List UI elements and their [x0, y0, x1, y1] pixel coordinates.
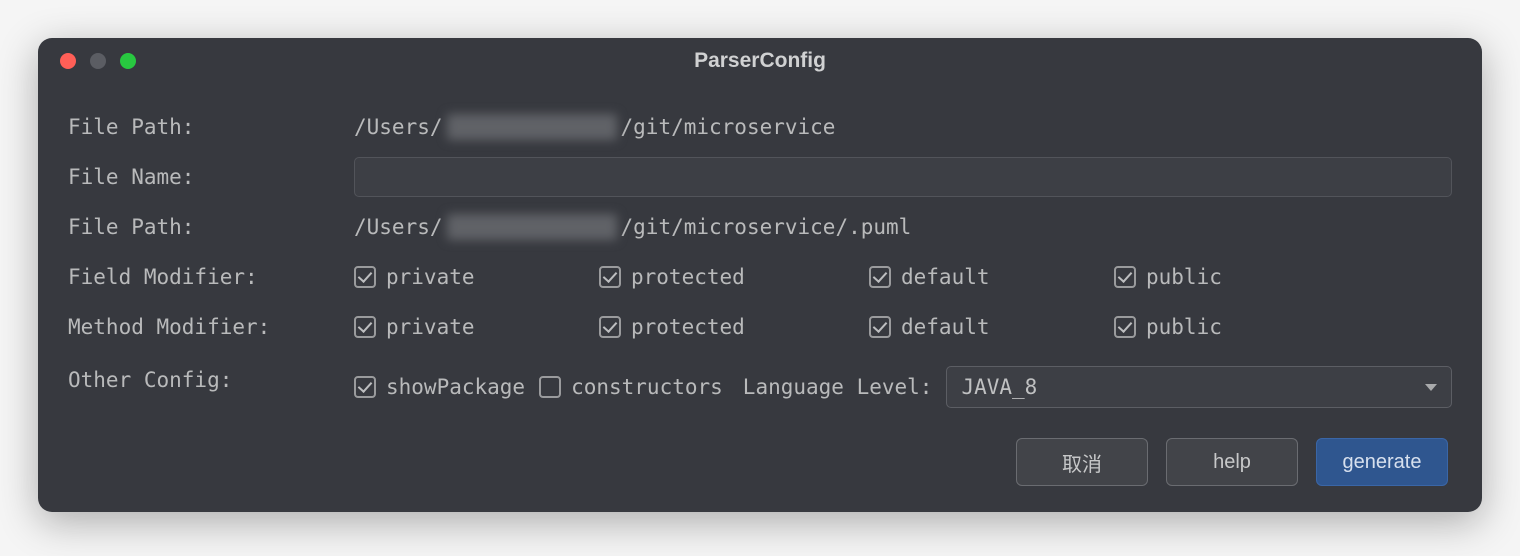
method-protected-group: protected	[599, 315, 869, 339]
show-package-checkbox[interactable]	[354, 376, 376, 398]
file-name-row: File Name:	[68, 152, 1452, 202]
redacted-username-2	[447, 214, 617, 240]
method-modifier-row: Method Modifier: private protected defau…	[68, 302, 1452, 352]
method-private-group: private	[354, 315, 599, 339]
redacted-username-1	[447, 114, 617, 140]
dialog-buttons: 取消 help generate	[68, 438, 1452, 486]
file-path-label-2: File Path:	[68, 215, 354, 239]
show-package-group: showPackage	[354, 375, 525, 399]
file-path-row-1: File Path: /Users/ /git/microservice	[68, 102, 1452, 152]
method-public-checkbox[interactable]	[1114, 316, 1136, 338]
language-level-select[interactable]: JAVA_8	[946, 366, 1452, 408]
language-level-label: Language Level:	[743, 375, 933, 399]
file-path-value-1: /Users/ /git/microservice	[354, 114, 835, 140]
field-default-checkbox[interactable]	[869, 266, 891, 288]
field-public-label: public	[1146, 265, 1222, 289]
other-config-label: Other Config:	[68, 368, 354, 392]
generate-button[interactable]: generate	[1316, 438, 1448, 486]
show-package-label: showPackage	[386, 375, 525, 399]
field-default-label: default	[901, 265, 990, 289]
method-modifier-options: private protected default public	[354, 315, 1452, 339]
constructors-checkbox[interactable]	[539, 376, 561, 398]
method-default-label: default	[901, 315, 990, 339]
file-path-value-2: /Users/ /git/microservice/.puml	[354, 214, 911, 240]
field-protected-group: protected	[599, 265, 869, 289]
field-private-checkbox[interactable]	[354, 266, 376, 288]
dialog-content: File Path: /Users/ /git/microservice Fil…	[38, 84, 1482, 512]
field-protected-label: protected	[631, 265, 745, 289]
language-level-value: JAVA_8	[961, 375, 1037, 399]
file-path-suffix-1: /git/microservice	[621, 115, 836, 139]
minimize-icon[interactable]	[90, 53, 106, 69]
titlebar: ParserConfig	[38, 38, 1482, 84]
file-path-label-1: File Path:	[68, 115, 354, 139]
file-name-label: File Name:	[68, 165, 354, 189]
field-modifier-options: private protected default public	[354, 265, 1452, 289]
window-controls	[60, 53, 136, 69]
cancel-button[interactable]: 取消	[1016, 438, 1148, 486]
method-protected-checkbox[interactable]	[599, 316, 621, 338]
file-path-row-2: File Path: /Users/ /git/microservice/.pu…	[68, 202, 1452, 252]
method-protected-label: protected	[631, 315, 745, 339]
constructors-label: constructors	[571, 375, 723, 399]
field-private-label: private	[386, 265, 475, 289]
field-modifier-label: Field Modifier:	[68, 265, 354, 289]
file-path-prefix-1: /Users/	[354, 115, 443, 139]
method-public-label: public	[1146, 315, 1222, 339]
method-default-group: default	[869, 315, 1114, 339]
method-modifier-label: Method Modifier:	[68, 315, 354, 339]
other-config-options: showPackage constructors Language Level:…	[354, 352, 1452, 408]
constructors-group: constructors	[539, 375, 723, 399]
field-public-checkbox[interactable]	[1114, 266, 1136, 288]
maximize-icon[interactable]	[120, 53, 136, 69]
parser-config-dialog: ParserConfig File Path: /Users/ /git/mic…	[38, 38, 1482, 512]
field-private-group: private	[354, 265, 599, 289]
method-private-checkbox[interactable]	[354, 316, 376, 338]
method-default-checkbox[interactable]	[869, 316, 891, 338]
close-icon[interactable]	[60, 53, 76, 69]
help-button[interactable]: help	[1166, 438, 1298, 486]
field-default-group: default	[869, 265, 1114, 289]
file-name-input[interactable]	[354, 157, 1452, 197]
field-modifier-row: Field Modifier: private protected defaul…	[68, 252, 1452, 302]
method-private-label: private	[386, 315, 475, 339]
field-protected-checkbox[interactable]	[599, 266, 621, 288]
field-public-group: public	[1114, 265, 1222, 289]
file-path-prefix-2: /Users/	[354, 215, 443, 239]
window-title: ParserConfig	[56, 49, 1464, 73]
method-public-group: public	[1114, 315, 1222, 339]
other-config-row: Other Config: showPackage constructors L…	[68, 352, 1452, 408]
file-path-suffix-2: /git/microservice/.puml	[621, 215, 912, 239]
chevron-down-icon	[1425, 384, 1437, 391]
